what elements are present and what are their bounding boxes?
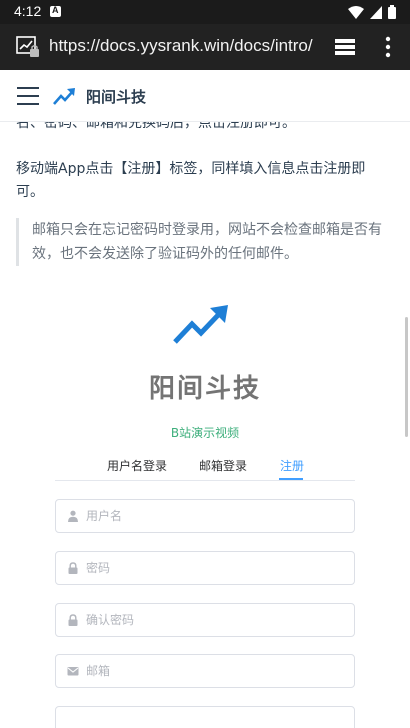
video-demo-link[interactable]: B站演示视频 bbox=[0, 424, 410, 441]
battery-icon bbox=[388, 5, 396, 19]
status-bar: 4:12 bbox=[0, 0, 410, 24]
page-scrollbar[interactable] bbox=[405, 317, 408, 437]
tab-username-login[interactable]: 用户名登录 bbox=[107, 457, 167, 474]
tab-email-login[interactable]: 邮箱登录 bbox=[199, 457, 247, 474]
email-input[interactable] bbox=[86, 655, 346, 687]
login-tabs: 用户名登录 邮箱登录 注册 bbox=[55, 452, 355, 481]
wifi-icon bbox=[348, 5, 364, 19]
password-field[interactable] bbox=[55, 551, 355, 585]
more-options-icon[interactable] bbox=[378, 35, 398, 59]
note-quote: 邮箱只会在忘记密码时登录用，网站不会检查邮箱是否有效，也不会发送除了验证码外的任… bbox=[16, 218, 390, 266]
browser-toolbar: https://docs.yysrank.win/docs/intro/ bbox=[0, 24, 410, 70]
username-input[interactable] bbox=[86, 500, 346, 532]
url-bar[interactable]: https://docs.yysrank.win/docs/intro/ bbox=[49, 36, 315, 56]
site-favicon-icon[interactable] bbox=[16, 36, 40, 58]
active-tab-indicator bbox=[279, 478, 303, 480]
site-header: 阳间斗技 bbox=[0, 70, 410, 122]
status-icons bbox=[348, 5, 396, 19]
page-content: 名、密码、邮箱和兑换码后，点击注册即可。 移动端App点击【注册】标签，同样填入… bbox=[0, 122, 410, 728]
tab-register[interactable]: 注册 bbox=[280, 457, 304, 474]
status-time: 4:12 bbox=[14, 3, 42, 19]
user-icon bbox=[68, 510, 78, 522]
trend-logo-icon[interactable] bbox=[52, 85, 76, 107]
tabs-icon[interactable] bbox=[334, 37, 356, 57]
signal-icon bbox=[370, 5, 382, 19]
notification-icon bbox=[50, 5, 61, 17]
username-field[interactable] bbox=[55, 499, 355, 533]
hamburger-menu-icon[interactable] bbox=[17, 87, 39, 105]
paragraph: 移动端App点击【注册】标签，同样填入信息点击注册即可。 bbox=[16, 161, 366, 200]
password-input[interactable] bbox=[86, 552, 346, 584]
redeem-code-field[interactable] bbox=[55, 706, 355, 728]
lock-icon bbox=[68, 614, 78, 626]
site-title[interactable]: 阳间斗技 bbox=[86, 86, 146, 107]
email-field[interactable] bbox=[55, 654, 355, 688]
confirm-password-input[interactable] bbox=[86, 604, 346, 636]
paragraph-partial: 名、密码、邮箱和兑换码后，点击注册即可。 bbox=[16, 122, 296, 131]
lock-icon bbox=[68, 562, 78, 574]
confirm-password-field[interactable] bbox=[55, 603, 355, 637]
mail-icon bbox=[67, 667, 79, 676]
demo-title: 阳间斗技 bbox=[148, 374, 261, 404]
demo-trend-logo-icon bbox=[173, 305, 228, 344]
